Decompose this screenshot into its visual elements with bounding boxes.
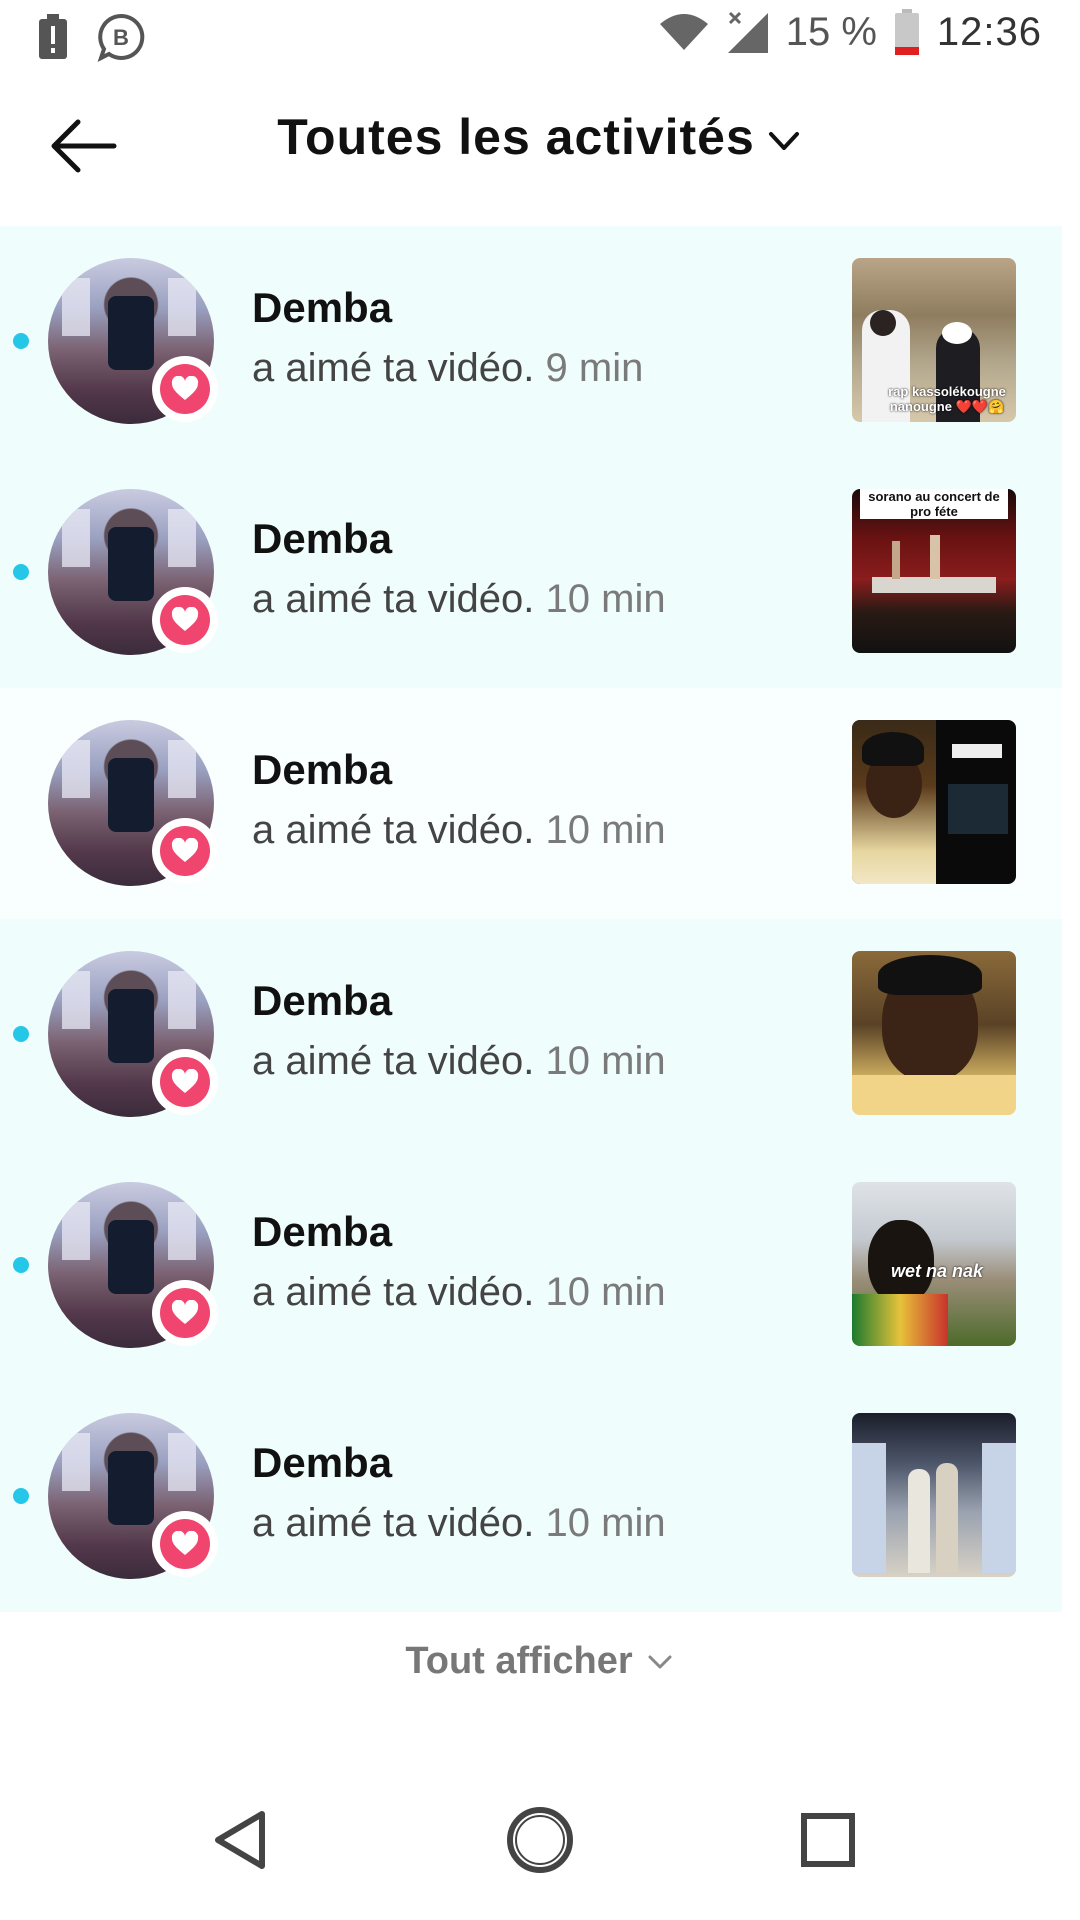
see-all-label: Tout afficher — [405, 1640, 633, 1682]
video-thumbnail[interactable] — [852, 951, 1016, 1115]
unread-dot — [13, 1488, 29, 1504]
activity-list: Demba a aimé ta vidéo. 9 min rap kassolé… — [0, 226, 1062, 1612]
back-triangle-icon — [215, 1811, 265, 1869]
activity-text: a aimé ta vidéo. 10 min — [252, 1270, 666, 1314]
chevron-down-icon — [768, 132, 799, 150]
nav-recents-button[interactable] — [778, 1790, 878, 1890]
activity-time: 10 min — [545, 1270, 666, 1314]
video-thumbnail[interactable]: sorano au concert de pro féte — [852, 489, 1016, 653]
system-nav-bar — [0, 1760, 1080, 1920]
username[interactable]: Demba — [252, 515, 392, 563]
clock: 12:36 — [936, 9, 1042, 54]
activity-text: a aimé ta vidéo. 10 min — [252, 577, 666, 621]
username[interactable]: Demba — [252, 284, 392, 332]
battery-percent: 15 % — [785, 9, 877, 54]
activity-row[interactable]: Demba a aimé ta vidéo. 10 min wet na nak — [0, 1150, 1062, 1381]
home-circle-icon — [507, 1807, 573, 1873]
unread-dot — [13, 1026, 29, 1042]
video-thumbnail[interactable]: rap kassolékougne nanougne ❤️❤️🤗 — [852, 258, 1016, 422]
username[interactable]: Demba — [252, 746, 392, 794]
username[interactable]: Demba — [252, 977, 392, 1025]
activity-text: a aimé ta vidéo. 10 min — [252, 1501, 666, 1545]
header: Toutes les activités — [0, 76, 1080, 226]
heart-icon — [171, 607, 199, 631]
battery-low-icon — [894, 9, 919, 55]
username[interactable]: Demba — [252, 1208, 392, 1256]
activity-time: 10 min — [545, 1039, 666, 1083]
activity-time: 10 min — [545, 577, 666, 621]
activity-row[interactable]: Demba a aimé ta vidéo. 10 min sorano au … — [0, 457, 1062, 688]
chevron-down-icon — [648, 1655, 672, 1668]
unread-dot — [13, 1257, 29, 1273]
thumbnail-caption: sorano au concert de pro féte — [860, 489, 1008, 519]
like-badge — [152, 587, 218, 653]
activity-row[interactable]: Demba a aimé ta vidéo. 10 min — [0, 919, 1062, 1150]
heart-icon — [171, 838, 199, 862]
activity-time: 10 min — [545, 1501, 666, 1545]
heart-icon — [171, 1069, 199, 1093]
activity-text: a aimé ta vidéo. 10 min — [252, 808, 666, 852]
video-thumbnail[interactable] — [852, 1413, 1016, 1577]
thumbnail-caption: wet na nak — [890, 1261, 984, 1281]
nav-back-button[interactable] — [190, 1790, 290, 1890]
video-thumbnail[interactable]: wet na nak — [852, 1182, 1016, 1346]
status-bar: B 15 % 12:36 — [0, 0, 1080, 76]
activity-text: a aimé ta vidéo. 9 min — [252, 346, 644, 390]
like-badge — [152, 356, 218, 422]
status-bar-right: 15 % 12:36 — [658, 8, 1042, 56]
activity-row[interactable]: Demba a aimé ta vidéo. 10 min — [0, 688, 1062, 919]
activity-text: a aimé ta vidéo. 10 min — [252, 1039, 666, 1083]
business-b-icon: B — [97, 13, 145, 62]
thumbnail-caption: rap kassolékougne nanougne ❤️❤️🤗 — [888, 384, 1006, 414]
activity-time: 10 min — [545, 808, 666, 852]
like-badge — [152, 1511, 218, 1577]
like-badge — [152, 818, 218, 884]
username[interactable]: Demba — [252, 1439, 392, 1487]
svg-text:B: B — [113, 25, 129, 50]
wifi-icon — [659, 14, 708, 50]
heart-icon — [171, 376, 199, 400]
see-all-button[interactable]: Tout afficher — [0, 1640, 1080, 1683]
unread-dot — [13, 564, 29, 580]
heart-icon — [171, 1300, 199, 1324]
activity-filter-dropdown[interactable]: Toutes les activités — [0, 108, 1080, 166]
cellular-no-signal-icon — [727, 11, 768, 53]
status-bar-left: B — [36, 12, 146, 62]
activity-row[interactable]: Demba a aimé ta vidéo. 10 min — [0, 1381, 1062, 1612]
video-thumbnail[interactable] — [852, 720, 1016, 884]
nav-home-button[interactable] — [490, 1790, 590, 1890]
recents-square-icon — [801, 1813, 855, 1867]
like-badge — [152, 1280, 218, 1346]
unread-dot — [13, 333, 29, 349]
heart-icon — [171, 1531, 199, 1555]
like-badge — [152, 1049, 218, 1115]
activity-time: 9 min — [545, 346, 644, 390]
activity-row[interactable]: Demba a aimé ta vidéo. 9 min rap kassolé… — [0, 226, 1062, 457]
page-title: Toutes les activités — [277, 109, 755, 165]
battery-alert-icon — [39, 14, 67, 59]
